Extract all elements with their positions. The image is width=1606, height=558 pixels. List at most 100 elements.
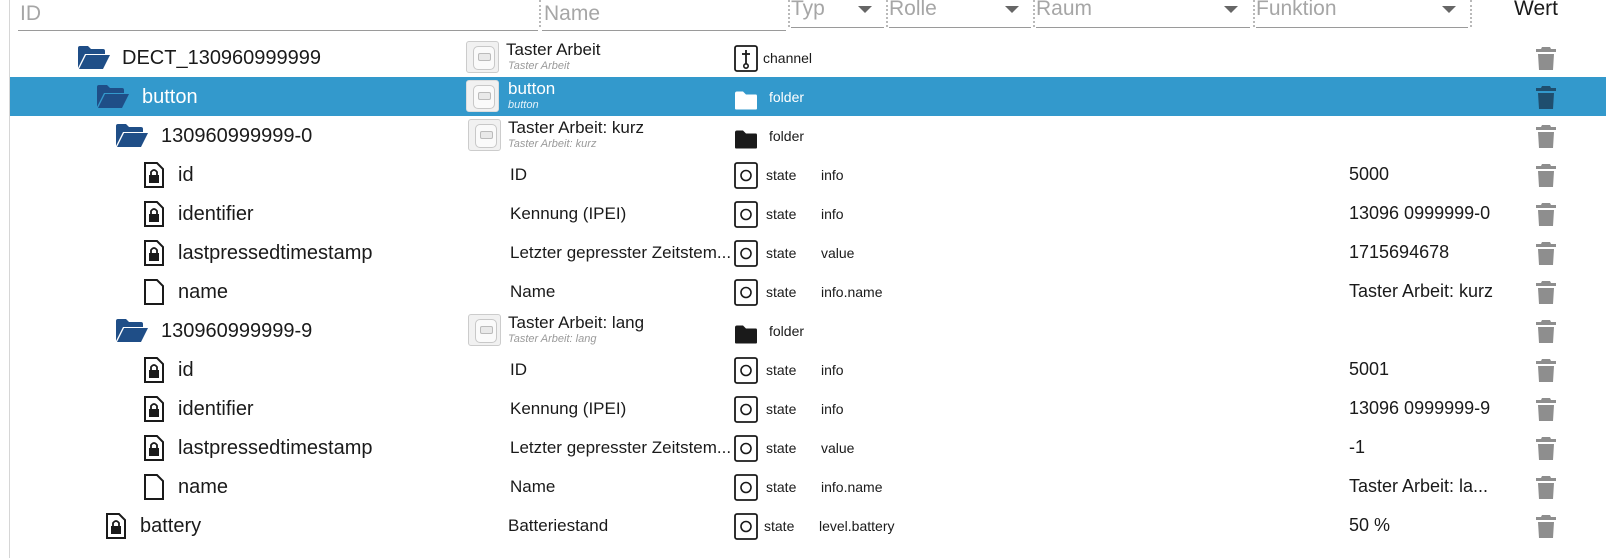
chevron-down-icon [1442, 6, 1456, 13]
object-role: info.name [821, 284, 883, 300]
role-filter-label: Rolle [889, 0, 937, 20]
object-name: Name [510, 477, 556, 496]
role-filter-select[interactable]: Rolle [889, 0, 1031, 28]
state-icon [734, 279, 758, 306]
object-value[interactable]: Taster Arbeit: kurz [1349, 281, 1509, 302]
trash-icon[interactable] [1536, 202, 1556, 226]
value-column-header: Wert [1514, 0, 1558, 20]
object-value[interactable]: 1715694678 [1349, 242, 1509, 263]
trash-icon[interactable] [1536, 46, 1556, 70]
object-name: Kennung (IPEI) [510, 399, 627, 418]
object-value[interactable]: Taster Arbeit: la... [1349, 476, 1509, 497]
chevron-down-icon [1005, 6, 1019, 13]
device-image [468, 119, 501, 151]
object-name-sub: Taster Arbeit: lang [508, 333, 597, 345]
folder-icon [735, 325, 757, 344]
object-role: info [821, 206, 844, 222]
object-value[interactable]: 5001 [1349, 359, 1509, 380]
trash-icon[interactable] [1536, 280, 1556, 304]
device-image [466, 80, 499, 112]
trash-icon[interactable] [1536, 436, 1556, 460]
folder-open-icon[interactable] [115, 123, 149, 148]
object-role: info [821, 401, 844, 417]
table-row[interactable]: name Name state info.name Taster Arbeit:… [10, 467, 1606, 506]
object-type: state [766, 206, 797, 222]
object-name: Taster Arbeit: lang [508, 313, 645, 332]
object-name: Letzter gepresster Zeitstem... [510, 243, 732, 262]
table-row[interactable]: id ID state info 5000 [10, 155, 1606, 194]
name-filter[interactable] [542, 0, 786, 31]
file-lock-icon [106, 513, 126, 539]
trash-icon[interactable] [1536, 241, 1556, 265]
object-type: folder [769, 89, 805, 105]
table-row[interactable]: 130960999999-9 Taster Arbeit: lang Taste… [10, 311, 1606, 350]
trash-icon[interactable] [1536, 397, 1556, 421]
object-type: state [766, 479, 797, 495]
folder-open-icon[interactable] [77, 45, 111, 70]
object-id: name [178, 476, 229, 498]
object-value[interactable]: 5000 [1349, 164, 1509, 185]
trash-icon[interactable] [1536, 514, 1556, 538]
folder-open-icon[interactable] [115, 318, 149, 343]
object-name: Letzter gepresster Zeitstem... [510, 438, 732, 457]
object-value[interactable]: -1 [1349, 437, 1509, 458]
file-lock-icon [144, 201, 164, 227]
object-value[interactable]: 13096 0999999-9 [1349, 398, 1509, 419]
folder-icon [735, 91, 757, 110]
column-separator [1033, 0, 1035, 27]
function-filter-select[interactable]: Funktion [1256, 0, 1468, 28]
name-filter-input[interactable] [542, 0, 786, 31]
folder-icon [735, 130, 757, 149]
trash-icon[interactable] [1536, 319, 1556, 343]
file-lock-icon [144, 162, 164, 188]
table-row[interactable]: button button button folder [10, 77, 1606, 116]
file-lock-icon [144, 240, 164, 266]
function-filter-label: Funktion [1256, 0, 1337, 20]
room-filter-select[interactable]: Raum [1036, 0, 1250, 28]
table-row[interactable]: identifier Kennung (IPEI) state info 130… [10, 194, 1606, 233]
table-row[interactable]: name Name state info.name Taster Arbeit:… [10, 272, 1606, 311]
object-role: value [821, 440, 855, 456]
object-role: info [821, 167, 844, 183]
object-role: value [821, 245, 855, 261]
object-type: state [766, 401, 797, 417]
object-id: 130960999999-0 [161, 125, 313, 147]
trash-icon[interactable] [1536, 163, 1556, 187]
table-row[interactable]: identifier Kennung (IPEI) state info 130… [10, 389, 1606, 428]
id-filter[interactable] [18, 0, 538, 31]
room-filter-label: Raum [1036, 0, 1093, 20]
trash-icon[interactable] [1536, 358, 1556, 382]
chevron-down-icon [1224, 6, 1238, 13]
object-name: button [508, 79, 556, 98]
object-id: identifier [178, 203, 254, 225]
device-image [468, 314, 501, 346]
folder-open-icon[interactable] [96, 84, 130, 109]
trash-icon[interactable] [1536, 85, 1556, 109]
trash-icon[interactable] [1536, 475, 1556, 499]
object-id: id [178, 164, 194, 186]
state-icon [734, 201, 758, 228]
chevron-down-icon [858, 6, 872, 13]
state-icon [734, 162, 758, 189]
table-row[interactable]: battery Batteriestand state level.batter… [10, 506, 1606, 545]
table-row[interactable]: id ID state info 5001 [10, 350, 1606, 389]
column-separator [886, 0, 888, 27]
state-icon [734, 396, 758, 423]
trash-icon[interactable] [1536, 124, 1556, 148]
column-separator [1253, 0, 1255, 27]
table-row[interactable]: lastpressedtimestamp Letzter gepresster … [10, 428, 1606, 467]
table-row[interactable]: lastpressedtimestamp Letzter gepresster … [10, 233, 1606, 272]
object-tree: DECT_130960999999 Taster Arbeit Taster A… [10, 38, 1606, 545]
object-value[interactable]: 13096 0999999-0 [1349, 203, 1509, 224]
object-id: battery [140, 515, 202, 537]
object-id: button [142, 86, 198, 108]
table-row[interactable]: DECT_130960999999 Taster Arbeit Taster A… [10, 38, 1606, 77]
table-row[interactable]: 130960999999-0 Taster Arbeit: kurz Taste… [10, 116, 1606, 155]
id-filter-input[interactable] [18, 0, 538, 31]
state-icon [734, 474, 758, 501]
object-type: state [766, 167, 797, 183]
file-icon [144, 279, 164, 305]
object-id: id [178, 359, 194, 381]
object-value[interactable]: 50 % [1349, 515, 1509, 536]
type-filter-select[interactable]: Typ [791, 0, 884, 28]
